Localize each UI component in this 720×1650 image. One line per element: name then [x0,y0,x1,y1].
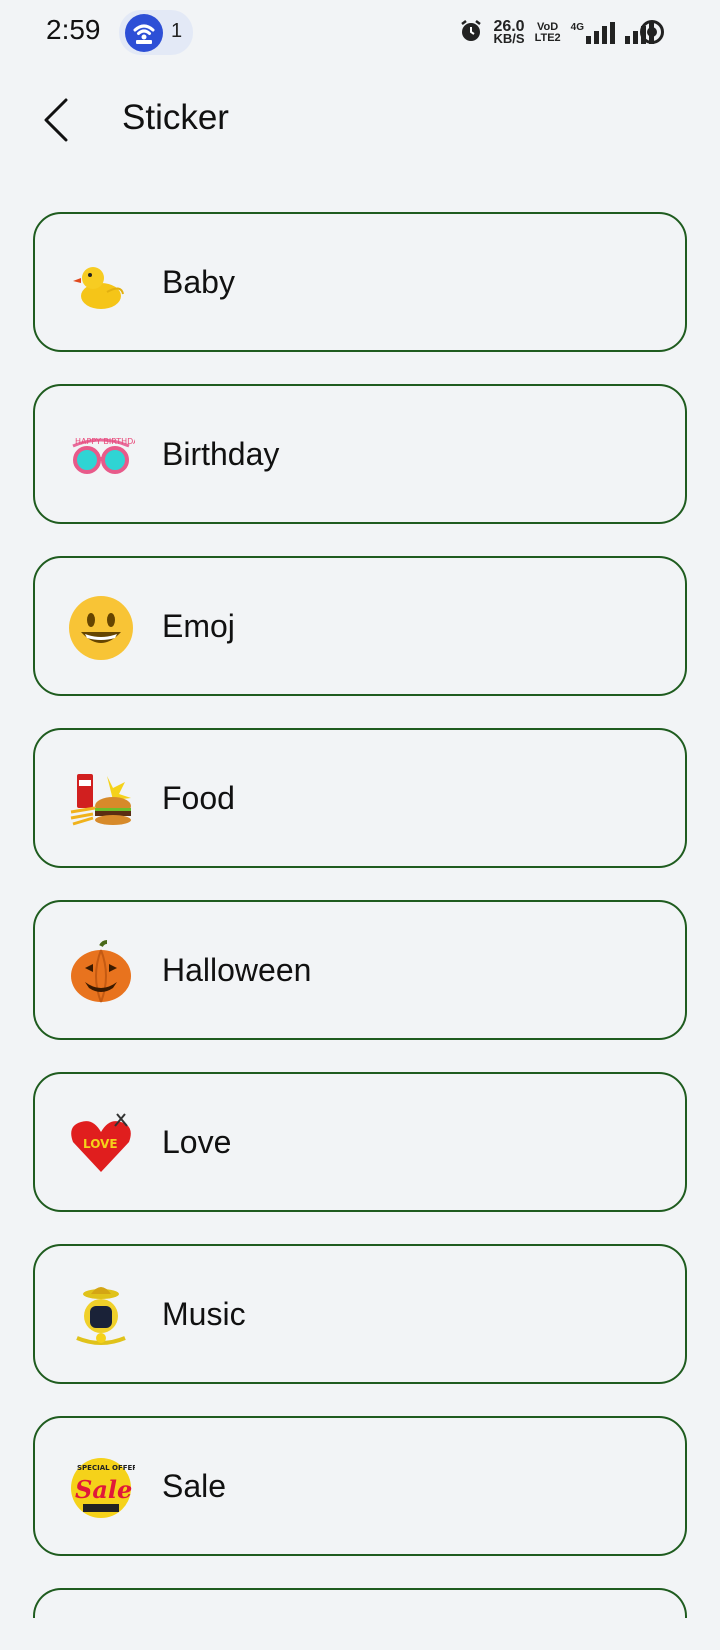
category-label: Birthday [162,436,280,472]
category-label: Baby [162,264,235,300]
status-time: 2:59 [46,14,101,45]
sticker-category-list: Baby HAPPY BIRTHDAY Birthday Emoj [33,212,687,1650]
alarm-icon [459,19,483,48]
category-label: Emoj [162,608,235,644]
status-bar: 2:59 1 26.0 KB/S VoD LTE2 4G [0,0,720,64]
network-speed: 26.0 KB/S [493,19,525,46]
volte-indicator: VoD LTE2 [535,22,561,44]
network-speed-unit: KB/S [493,31,525,46]
svg-text:HAPPY BIRTHDAY: HAPPY BIRTHDAY [75,437,135,446]
page-title: Sticker [122,98,229,137]
pumpkin-icon [67,938,135,1006]
sale-badge-icon: SPECIAL OFFER Sale [67,1454,138,1522]
category-label: Food [162,780,235,816]
category-card-baby[interactable]: Baby [33,212,687,352]
music-character-icon [67,1282,135,1350]
category-card-love[interactable]: LOVE Love [33,1072,687,1212]
network-type: 4G [570,22,584,33]
category-card-halloween[interactable]: Halloween [33,900,687,1040]
volte-bottom: LTE2 [534,32,561,44]
hotspot-notification-pill[interactable]: 1 [119,10,193,55]
burger-fries-icon [67,766,135,834]
record-indicator-icon [640,20,664,44]
svg-text:LOVE: LOVE [83,1137,118,1151]
smiley-face-icon [67,594,135,662]
status-icons: 26.0 KB/S VoD LTE2 4G [459,16,654,50]
category-label: Halloween [162,952,312,988]
svg-text:SPECIAL OFFER: SPECIAL OFFER [77,1464,135,1472]
category-label: Sale [162,1468,227,1504]
back-arrow-icon [44,98,68,142]
rubber-duck-icon [67,250,135,318]
category-card-food[interactable]: Food [33,728,687,868]
signal-bars-icon [586,22,615,44]
category-card-emoj[interactable]: Emoj [33,556,687,696]
category-card-next-partial[interactable] [33,1588,687,1618]
category-label: Love [162,1124,232,1160]
signal-strength-1: 4G [571,22,615,44]
category-card-music[interactable]: Music [33,1244,687,1384]
category-card-birthday[interactable]: HAPPY BIRTHDAY Birthday [33,384,687,524]
category-label: Music [162,1296,246,1332]
back-button[interactable] [36,96,80,144]
heart-love-icon: LOVE [67,1110,135,1178]
birthday-glasses-icon: HAPPY BIRTHDAY [67,422,143,490]
wifi-hotspot-icon [125,14,163,52]
category-card-sale[interactable]: SPECIAL OFFER Sale Sale [33,1416,687,1556]
app-header: Sticker [0,80,720,160]
notification-count: 1 [171,20,183,42]
svg-text:Sale: Sale [75,1475,132,1504]
